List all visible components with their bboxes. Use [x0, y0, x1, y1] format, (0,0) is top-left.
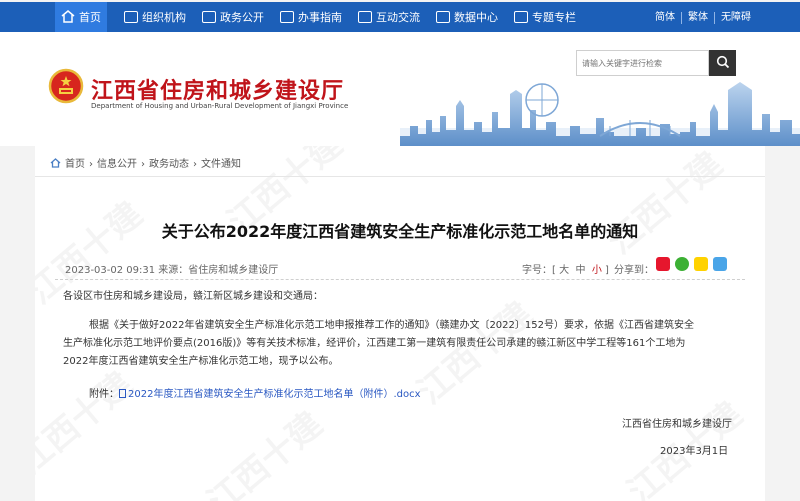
breadcrumb-gov-news[interactable]: 政务动态	[149, 159, 189, 170]
home-icon	[61, 10, 75, 23]
city-skyline-illustration	[400, 82, 800, 146]
publish-date: 2023年3月1日	[660, 446, 729, 457]
share-label: 分享到：	[614, 265, 654, 276]
font-medium-button[interactable]: 中	[575, 265, 585, 276]
organization-icon	[124, 11, 138, 23]
article-title: 关于公布2022年度江西省建筑安全生产标准化示范工地名单的通知	[161, 222, 639, 241]
nav-item-special-topics[interactable]: 专题专栏	[514, 2, 576, 34]
lang-simplified[interactable]: 简体	[655, 2, 675, 34]
folder-icon	[514, 11, 528, 23]
nav-label: 办事指南	[298, 11, 342, 24]
nav-label: 互动交流	[376, 11, 420, 24]
attachment-link[interactable]: 2022年度江西省建筑安全生产标准化示范工地名单（附件）.docx	[119, 389, 421, 400]
nav-label: 数据中心	[454, 11, 498, 24]
breadcrumb: 首页 › 信息公开 › 政务动态 › 文件通知	[50, 155, 245, 170]
search-icon	[716, 55, 729, 68]
body-line: 根据《关于做好2022年省建筑安全生产标准化示范工地申报推荐工作的通知》（赣建办…	[89, 320, 694, 331]
font-large-button[interactable]: 大	[559, 265, 569, 276]
search-button[interactable]	[709, 50, 736, 76]
chart-icon	[436, 11, 450, 23]
top-navigation: 首页 组织机构 政务公开 办事指南 互动交流 数据中心 专题专栏 简体 繁体 无…	[0, 0, 800, 34]
font-size-control: 字号：[ 大 中 小 ]	[522, 265, 609, 276]
wechat-share-icon[interactable]	[675, 257, 689, 271]
nav-label: 政务公开	[220, 11, 264, 24]
nav-item-organization[interactable]: 组织机构	[124, 2, 186, 34]
search-input[interactable]	[576, 50, 709, 76]
site-subtitle: Department of Housing and Urban-Rural De…	[91, 102, 349, 110]
body-line: 2022年度江西省建筑安全生产标准化示范工地，现予以公布。	[63, 356, 339, 367]
breadcrumb-notices[interactable]: 文件通知	[201, 159, 241, 170]
nav-label: 组织机构	[142, 11, 186, 24]
nav-item-gov-affairs[interactable]: 政务公开	[202, 2, 264, 34]
nav-label: 首页	[79, 11, 101, 24]
national-emblem-icon	[48, 68, 84, 104]
breadcrumb-separator: ›	[193, 159, 197, 170]
weibo-share-icon[interactable]	[656, 257, 670, 271]
home-icon	[50, 158, 61, 168]
salutation: 各设区市住房和城乡建设局，赣江新区城乡建设和交通局：	[63, 291, 323, 302]
breadcrumb-separator: ›	[89, 159, 93, 170]
document-icon	[202, 11, 216, 23]
divider	[714, 12, 715, 24]
file-icon	[119, 389, 126, 398]
font-small-button[interactable]: 小	[592, 265, 602, 276]
qq-share-icon[interactable]	[713, 257, 727, 271]
breadcrumb-separator: ›	[141, 159, 145, 170]
body-line: 生产标准化示范工地评价要点(2016版)》等有关技术标准，经评价，江西建工第一建…	[63, 338, 686, 349]
watermark: 江西十建	[595, 146, 731, 263]
article-meta: 2023-03-02 09:31 来源：省住房和城乡建设厅	[65, 265, 279, 276]
lang-traditional[interactable]: 繁体	[688, 2, 708, 34]
nav-label: 专题专栏	[532, 11, 576, 24]
font-size-label: 字号：	[522, 265, 552, 276]
breadcrumb-info-disclosure[interactable]: 信息公开	[97, 159, 137, 170]
chat-icon	[358, 11, 372, 23]
watermark: 江西十建	[35, 358, 141, 483]
breadcrumb-home[interactable]: 首页	[65, 159, 85, 170]
accessibility-link[interactable]: 无障碍	[721, 2, 751, 34]
nav-item-interaction[interactable]: 互动交流	[358, 2, 420, 34]
signature: 江西省住房和城乡建设厅	[622, 419, 732, 430]
nav-item-home[interactable]: 首页	[55, 2, 107, 34]
divider	[681, 12, 682, 24]
watermark: 江西十建	[195, 398, 331, 501]
site-title[interactable]: 江西省住房和城乡建设厅	[91, 73, 344, 105]
nav-item-data-center[interactable]: 数据中心	[436, 2, 498, 34]
divider	[35, 176, 765, 177]
article-panel: 江西十建 江西十建 江西十建 江西十建 江西十建 江西十建 江西十建 首页›信息…	[35, 146, 765, 501]
nav-item-guide[interactable]: 办事指南	[280, 2, 342, 34]
id-card-icon	[280, 11, 294, 23]
attachment-label: 附件：	[89, 389, 119, 400]
site-header: 江西省住房和城乡建设厅 Department of Housing and Ur…	[0, 32, 800, 146]
divider	[55, 279, 745, 280]
attachment-row: 附件： 2022年度江西省建筑安全生产标准化示范工地名单（附件）.docx	[89, 386, 421, 404]
attachment-name[interactable]: 2022年度江西省建筑安全生产标准化示范工地名单（附件）.docx	[128, 389, 421, 400]
qzone-share-icon[interactable]	[694, 257, 708, 271]
